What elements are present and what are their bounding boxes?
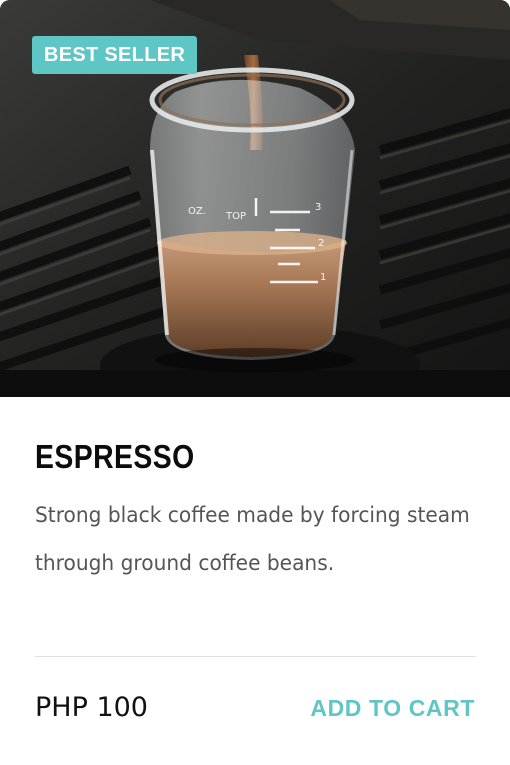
product-price: PHP 100: [35, 692, 148, 723]
product-details: ESPRESSO Strong black coffee made by for…: [35, 397, 475, 587]
product-title: ESPRESSO: [35, 438, 195, 475]
svg-text:2: 2: [318, 238, 324, 249]
svg-text:TOP: TOP: [225, 211, 246, 222]
svg-text:3: 3: [315, 202, 321, 213]
divider: [35, 656, 476, 657]
svg-text:1: 1: [320, 272, 326, 283]
product-description: Strong black coffee made by forcing stea…: [35, 503, 470, 575]
product-card: TOP 3 2 1 OZ. BEST SELLER ESPRESSO Stron…: [0, 0, 510, 765]
product-image: TOP 3 2 1 OZ. BEST SELLER: [0, 0, 510, 397]
best-seller-badge: BEST SELLER: [32, 36, 198, 74]
add-to-cart-button[interactable]: ADD TO CART: [310, 690, 475, 726]
svg-text:OZ.: OZ.: [188, 206, 206, 217]
